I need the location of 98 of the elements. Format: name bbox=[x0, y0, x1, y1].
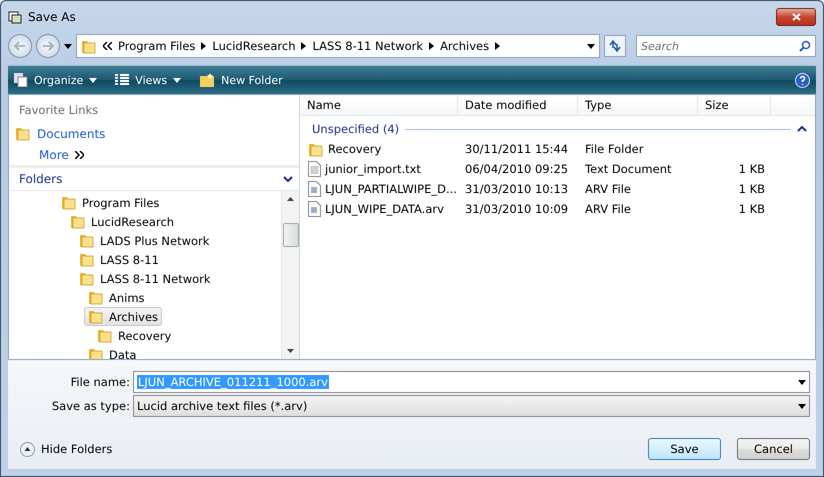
folder-tree-item[interactable]: Anims bbox=[84, 288, 149, 307]
file-icon bbox=[308, 201, 321, 217]
back-arrow-icon bbox=[14, 41, 26, 51]
folder-icon bbox=[88, 290, 104, 305]
text-document-icon bbox=[308, 161, 321, 177]
table-cell-text: ARV File bbox=[584, 182, 632, 196]
close-button[interactable] bbox=[776, 8, 816, 26]
hide-folders-button[interactable]: Hide Folders bbox=[20, 442, 632, 456]
table-cell-text: ARV File bbox=[584, 202, 632, 216]
file-name-cell[interactable]: Recovery bbox=[300, 142, 458, 156]
toolbar-button[interactable]: Views bbox=[115, 74, 182, 86]
forward-button[interactable] bbox=[36, 34, 60, 58]
history-dropdown-icon bbox=[64, 44, 72, 48]
dropdown-arrow-icon bbox=[587, 44, 595, 48]
dropdown-arrow-icon bbox=[798, 380, 806, 384]
column-header[interactable]: Type bbox=[578, 95, 698, 115]
folder-icon bbox=[61, 195, 77, 210]
more-link[interactable]: More bbox=[39, 148, 69, 162]
folders-header[interactable]: Folders bbox=[9, 165, 299, 191]
file-name-cell[interactable]: LJUN_WIPE_DATA.arv bbox=[300, 201, 458, 217]
scroll-down-icon bbox=[287, 349, 294, 353]
table-cell-text: File Folder bbox=[584, 142, 644, 156]
scroll-thumb[interactable] bbox=[282, 223, 298, 247]
toolbar-button[interactable]: Organize bbox=[14, 73, 98, 87]
breadcrumb[interactable]: Archives bbox=[440, 39, 490, 53]
chevron-right-icon bbox=[495, 42, 500, 50]
back-button[interactable] bbox=[8, 34, 32, 58]
breadcrumb[interactable]: Program Files bbox=[118, 39, 196, 53]
column-header[interactable]: Size bbox=[698, 95, 771, 115]
folder-tree-item[interactable]: LucidResearch bbox=[66, 212, 178, 231]
table-cell-text: Text Document bbox=[584, 162, 672, 176]
field-label: Save as type: bbox=[50, 399, 131, 413]
column-header[interactable]: Date modified bbox=[458, 95, 578, 115]
table-cell-text: 31/03/2010 10:13 bbox=[464, 182, 570, 196]
folder-icon bbox=[15, 126, 31, 141]
table-cell-text: 1 KB bbox=[738, 182, 766, 196]
folder-icon bbox=[79, 233, 95, 248]
chevron-right-icon bbox=[201, 42, 206, 50]
file-type-dropdown[interactable]: Lucid archive text files (*.arv) bbox=[133, 395, 810, 417]
refresh-button[interactable] bbox=[604, 35, 626, 57]
refresh-icon bbox=[608, 40, 622, 52]
column-header[interactable]: Name bbox=[300, 95, 458, 115]
folder-tree-item[interactable]: LASS 8-11 Network bbox=[75, 269, 215, 288]
help-icon[interactable] bbox=[795, 72, 810, 88]
folder-icon bbox=[79, 252, 95, 267]
table-cell-text: 30/11/2011 15:44 bbox=[464, 142, 570, 156]
dialog-button[interactable]: Save bbox=[648, 438, 721, 460]
section-title: Favorite Links bbox=[19, 103, 100, 117]
forward-arrow-icon bbox=[42, 41, 54, 51]
file-name-cell[interactable]: junior_import.txt bbox=[300, 161, 458, 177]
new-folder-icon bbox=[199, 72, 216, 88]
folder-tree-item[interactable]: LASS 8-11 bbox=[75, 250, 163, 269]
group-title: Unspecified (4) bbox=[312, 122, 400, 136]
dropdown-arrow-icon bbox=[798, 404, 806, 408]
folder-icon bbox=[88, 309, 104, 324]
collapse-chevron-icon bbox=[283, 176, 293, 182]
search-field[interactable]: Search bbox=[636, 35, 816, 57]
double-chevron-icon bbox=[74, 150, 84, 158]
search-icon bbox=[799, 40, 811, 52]
chevron-right-icon bbox=[301, 42, 306, 50]
folder-tree-item[interactable]: LADS Plus Network bbox=[75, 231, 214, 250]
window-icon bbox=[8, 10, 22, 24]
scroll-up-icon bbox=[287, 197, 294, 201]
chevron-right-icon bbox=[429, 42, 434, 50]
folder-tree-item[interactable]: Archives bbox=[84, 307, 162, 326]
folder-icon bbox=[79, 271, 95, 286]
breadcrumb[interactable]: LASS 8-11 Network bbox=[312, 39, 424, 53]
group-header[interactable]: Unspecified (4) bbox=[300, 119, 815, 139]
views-icon bbox=[115, 74, 130, 86]
dialog-button[interactable]: Cancel bbox=[737, 438, 810, 460]
dropdown-arrow-icon bbox=[173, 78, 182, 82]
folder-icon bbox=[88, 347, 104, 359]
folder-tree-item[interactable]: Program Files bbox=[57, 193, 164, 212]
table-cell-text: 06/04/2010 09:25 bbox=[464, 162, 570, 176]
collapse-chevron-icon bbox=[797, 126, 807, 132]
folder-tree-item[interactable]: Recovery bbox=[93, 326, 176, 345]
close-icon bbox=[792, 13, 800, 21]
toolbar-button[interactable]: New Folder bbox=[199, 72, 283, 88]
section-title: Folders bbox=[19, 172, 62, 186]
address-bar[interactable]: Program Files LucidResearch LASS 8-11 Network Archives bbox=[76, 34, 600, 58]
folder-icon bbox=[70, 214, 86, 229]
field-label: File name: bbox=[70, 375, 131, 389]
table-cell-text: 31/03/2010 10:09 bbox=[464, 202, 570, 216]
folder-icon bbox=[81, 38, 97, 54]
folder-icon bbox=[308, 142, 324, 156]
file-icon bbox=[308, 181, 321, 197]
window-title: Save As bbox=[28, 10, 77, 24]
organize-icon bbox=[14, 73, 28, 87]
file-name-cell[interactable]: LJUN_PARTIALWIPE_D... bbox=[300, 181, 458, 197]
table-cell-text: 1 KB bbox=[738, 202, 766, 216]
collapse-up-icon bbox=[20, 442, 35, 456]
table-cell-text: 1 KB bbox=[738, 162, 766, 176]
dropdown-arrow-icon bbox=[89, 78, 98, 82]
favorite-link[interactable]: Documents bbox=[37, 126, 106, 140]
folder-icon bbox=[97, 328, 113, 343]
breadcrumb[interactable]: LucidResearch bbox=[212, 39, 296, 53]
overflow-chevron-icon bbox=[103, 42, 112, 50]
scrollbar[interactable] bbox=[281, 191, 299, 359]
